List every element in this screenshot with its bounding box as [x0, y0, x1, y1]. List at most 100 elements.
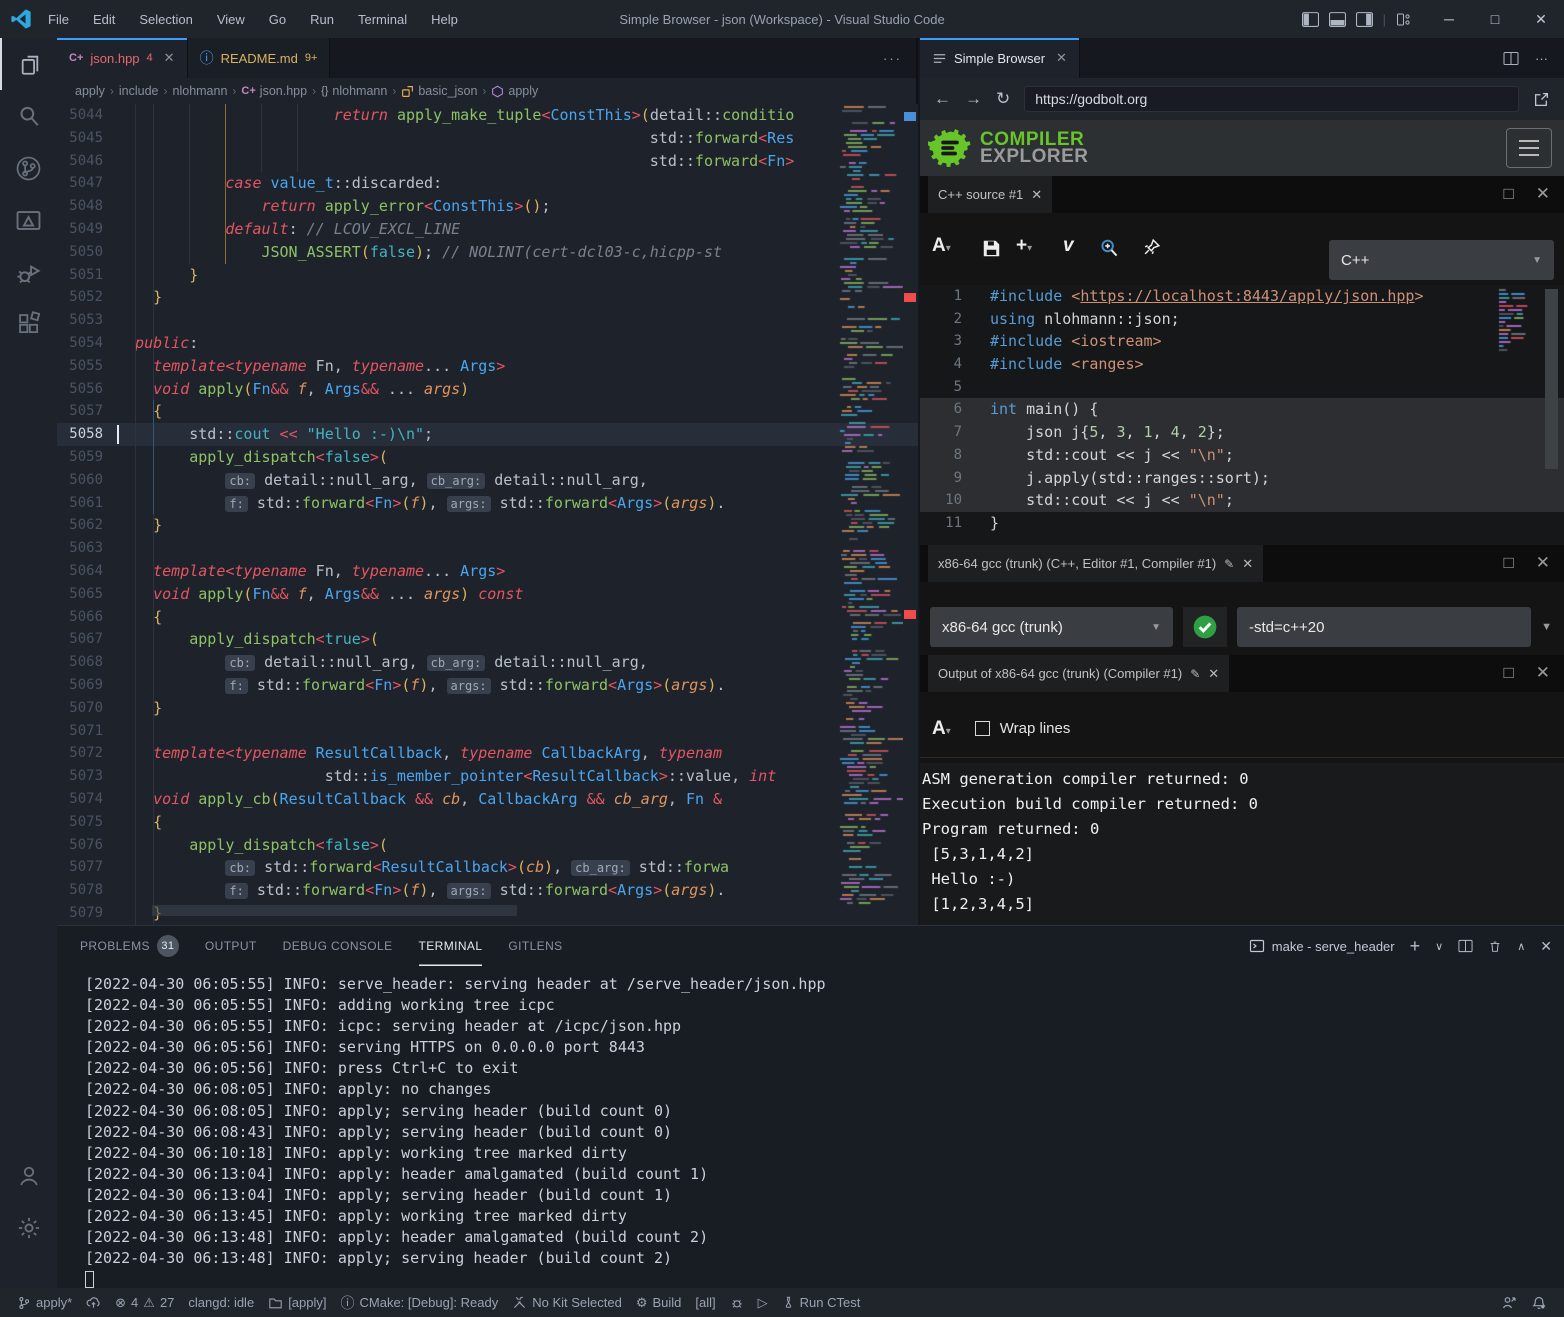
breadcrumb-item[interactable]: basic_json [418, 84, 477, 98]
code-line[interactable]: 5046std::forward<Fn> [57, 150, 918, 173]
code-line[interactable]: 5053 [57, 309, 918, 332]
close-window-button[interactable]: ✕ [1518, 0, 1564, 38]
terminal-picker[interactable]: make - serve_header [1249, 938, 1395, 954]
code-line[interactable]: 5044return apply_make_tuple<ConstThis>(d… [57, 104, 918, 127]
rename-icon[interactable]: ✎ [1224, 557, 1234, 571]
activity-source-control[interactable] [0, 142, 57, 194]
ce-code-line[interactable]: 3#include <iostream> [920, 330, 1564, 353]
code-line[interactable]: 5064template<typename Fn, typename... Ar… [57, 560, 918, 583]
terminal-output[interactable]: [2022-04-30 06:05:55] INFO: serve_header… [85, 974, 1554, 1288]
problems-status[interactable]: ⊗4 ⚠27 [108, 1288, 181, 1317]
code-line[interactable]: 5071 [57, 720, 918, 743]
close-tab-icon[interactable]: ✕ [1056, 50, 1067, 66]
cmake-kit[interactable]: No Kit Selected [505, 1288, 629, 1317]
tab-json-hpp[interactable]: C+ json.hpp 4 ✕ [57, 38, 188, 78]
ce-compiler-tab[interactable]: x86-64 gcc (trunk) (C++, Editor #1, Comp… [928, 545, 1263, 582]
rename-icon[interactable]: ✎ [1190, 667, 1200, 681]
code-line[interactable]: 5073std::is_member_pointer<ResultCallbac… [57, 765, 918, 788]
font-size-icon[interactable]: A▾ [932, 718, 951, 740]
maximize-panel-icon[interactable]: ∧ [1517, 940, 1525, 953]
ce-code-line[interactable]: 2using nlohmann::json; [920, 308, 1564, 331]
cmake-folder-status[interactable]: [apply] [261, 1288, 333, 1317]
code-line[interactable]: 5056void apply(Fn&& f, Args&& ... args) [57, 378, 918, 401]
toggle-secondary-sidebar-icon[interactable] [1356, 12, 1373, 27]
code-line[interactable]: 5063 [57, 537, 918, 560]
ce-code-line[interactable]: 8 std::cout << j << "\n"; [920, 444, 1564, 467]
save-icon[interactable] [982, 239, 1001, 258]
customize-layout-icon[interactable] [1396, 12, 1412, 27]
close-panel-icon[interactable]: ✕ [1540, 938, 1552, 955]
code-line[interactable]: 5074void apply_cb(ResultCallback && cb, … [57, 788, 918, 811]
breadcrumb-item[interactable]: nlohmann [173, 84, 228, 98]
code-line[interactable]: 5070} [57, 697, 918, 720]
toggle-panel-icon[interactable] [1329, 12, 1346, 27]
activity-run-debug[interactable] [0, 246, 57, 298]
add-pane-icon[interactable]: +▾ [1016, 235, 1032, 257]
panel-tab-gitlens[interactable]: GITLENS [508, 926, 562, 966]
editor-actions-more-icon[interactable]: ··· [869, 51, 916, 66]
build-target[interactable]: [all] [688, 1288, 722, 1317]
options-dropdown-icon[interactable]: ▼ [1541, 621, 1554, 633]
code-line[interactable]: 5054public: [57, 332, 918, 355]
split-terminal-icon[interactable] [1458, 939, 1473, 953]
sync-status[interactable] [79, 1288, 108, 1317]
activity-extensions[interactable] [0, 298, 57, 350]
ce-code-line[interactable]: 9 j.apply(std::ranges::sort); [920, 467, 1564, 490]
zoom-search-icon[interactable] [1098, 237, 1120, 259]
horizontal-scrollbar[interactable] [152, 905, 517, 916]
panel-tab-terminal[interactable]: TERMINAL [419, 926, 483, 966]
cmake-build-type[interactable]: ⓘ CMake: [Debug]: Ready [334, 1288, 506, 1317]
code-line[interactable]: 5062} [57, 514, 918, 537]
minimize-button[interactable]: ─ [1426, 0, 1472, 38]
breadcrumb-item[interactable]: nlohmann [332, 84, 387, 98]
panel-tab-problems[interactable]: PROBLEMS31 [80, 926, 179, 966]
code-line[interactable]: 5050JSON_ASSERT(false); // NOLINT(cert-d… [57, 241, 918, 264]
ctest-button[interactable]: Run CTest [775, 1288, 868, 1317]
code-line[interactable]: 5072template<typename ResultCallback, ty… [57, 742, 918, 765]
ce-source-tab[interactable]: C++ source #1 ✕ [928, 176, 1052, 213]
code-line[interactable]: 5075{ [57, 811, 918, 834]
split-editor-icon[interactable] [1503, 51, 1519, 66]
panel-tab-debug-console[interactable]: DEBUG CONSOLE [283, 926, 393, 966]
maximize-pane-icon[interactable]: □ [1503, 184, 1513, 204]
maximize-pane-icon[interactable]: □ [1503, 553, 1513, 573]
menu-edit[interactable]: Edit [83, 8, 125, 31]
ce-code-line[interactable]: 6int main() { [920, 398, 1564, 421]
ce-code-editor[interactable]: 1#include <https://localhost:8443/apply/… [920, 285, 1564, 545]
panel-tab-output[interactable]: OUTPUT [205, 926, 257, 966]
ce-code-line[interactable]: 5 [920, 376, 1564, 399]
code-line[interactable]: 5058std::cout << "Hello :-)\n"; [57, 423, 918, 446]
branch-status[interactable]: apply* [10, 1288, 79, 1317]
menu-run[interactable]: Run [300, 8, 344, 31]
code-line[interactable]: 5049default: // LCOV_EXCL_LINE [57, 218, 918, 241]
editor-actions-more-icon[interactable]: ··· [1535, 51, 1548, 66]
launch-button[interactable]: ▷ [751, 1288, 775, 1317]
pin-tool-icon[interactable] [1142, 237, 1162, 257]
activity-search[interactable] [0, 90, 57, 142]
ce-code-line[interactable]: 4#include <ranges> [920, 353, 1564, 376]
code-line[interactable]: 5068cb: detail::null_arg, cb_arg: detail… [57, 651, 918, 674]
code-line[interactable]: 5060cb: detail::null_arg, cb_arg: detail… [57, 469, 918, 492]
close-pane-icon[interactable]: ✕ [1536, 184, 1550, 204]
code-line[interactable]: 5077cb: std::forward<ResultCallback>(cb)… [57, 856, 918, 879]
code-line[interactable]: 5055template<typename Fn, typename... Ar… [57, 355, 918, 378]
ce-logo[interactable]: COMPILER EXPLORER [928, 126, 1089, 170]
menu-go[interactable]: Go [259, 8, 296, 31]
compiler-select[interactable]: x86-64 gcc (trunk) ▼ [930, 607, 1173, 647]
url-input[interactable]: https://godbolt.org [1024, 86, 1519, 112]
menu-help[interactable]: Help [421, 8, 468, 31]
code-line[interactable]: 5067apply_dispatch<true>( [57, 628, 918, 651]
close-pane-icon[interactable]: ✕ [1536, 663, 1550, 683]
ce-code-line[interactable]: 10 std::cout << j << "\n"; [920, 489, 1564, 512]
close-icon[interactable]: ✕ [1242, 556, 1253, 572]
remote-account-status[interactable] [1494, 1295, 1524, 1311]
code-line[interactable]: 5069f: std::forward<Fn>(f), args: std::f… [57, 674, 918, 697]
open-external-icon[interactable] [1533, 91, 1550, 108]
close-icon[interactable]: ✕ [1031, 187, 1042, 203]
reload-icon[interactable]: ↻ [996, 89, 1010, 109]
terminal-dropdown-icon[interactable]: ∨ [1435, 940, 1443, 953]
font-size-icon[interactable]: A▾ [932, 235, 951, 257]
close-tab-icon[interactable]: ✕ [164, 50, 175, 66]
maximize-pane-icon[interactable]: □ [1503, 663, 1513, 683]
code-line[interactable]: 5059apply_dispatch<false>( [57, 446, 918, 469]
